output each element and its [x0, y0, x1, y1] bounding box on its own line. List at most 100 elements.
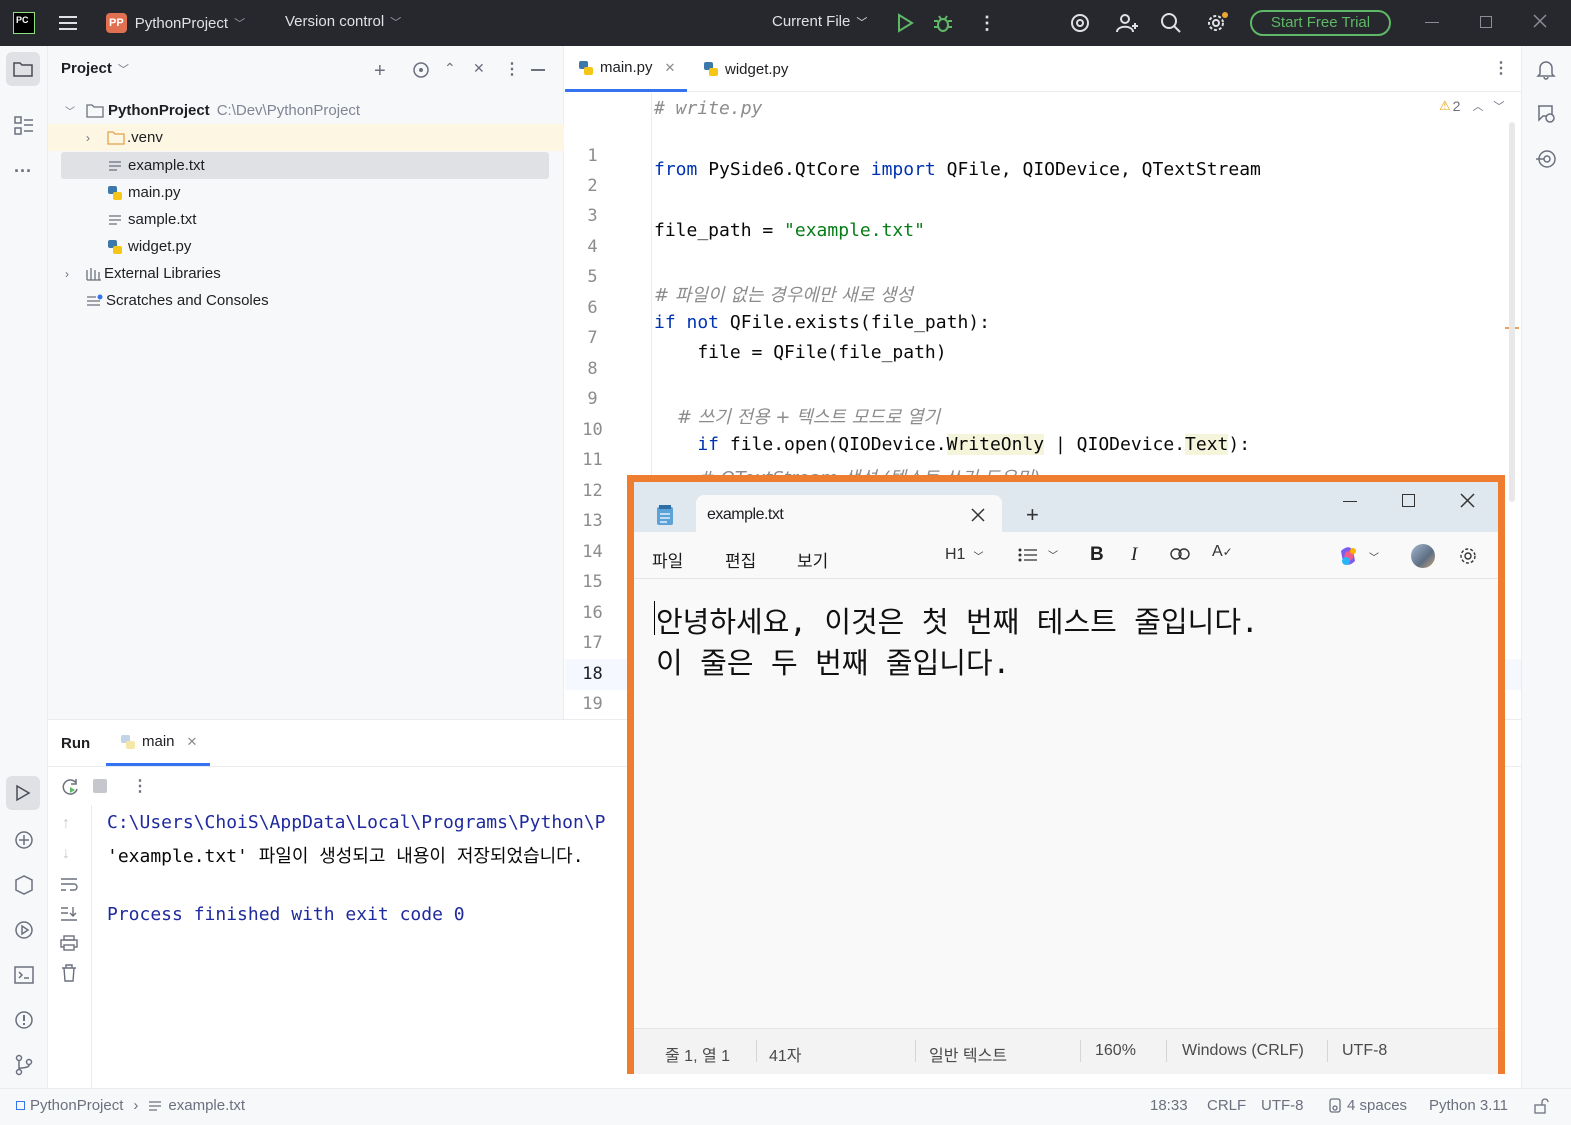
scroll-down-icon[interactable]: ↓ — [62, 845, 70, 863]
bold-icon[interactable]: B — [1090, 544, 1104, 566]
close-tab-icon[interactable]: ✕ — [187, 734, 198, 750]
inspections-widget[interactable]: ⚠ 2 ︿ ﹀ — [1439, 98, 1504, 114]
menu-view[interactable]: 보기 — [797, 547, 828, 572]
ai-assistant-icon[interactable] — [1069, 12, 1091, 34]
minimize-icon[interactable] — [1425, 22, 1439, 23]
run-tab-main[interactable]: main ✕ — [106, 720, 210, 766]
heading-dropdown[interactable]: H1 ﹀ — [945, 546, 983, 564]
maximize-icon[interactable] — [1402, 494, 1415, 507]
menu-edit[interactable]: 편집 — [725, 547, 756, 572]
pycharm-logo[interactable]: PC — [13, 12, 35, 34]
chevron-down-icon[interactable]: ﹀ — [1493, 98, 1504, 114]
notifications-icon[interactable] — [1535, 58, 1557, 80]
notepad-tab-example-txt[interactable]: example.txt — [696, 495, 1002, 532]
tab-main-py[interactable]: main.py ✕ — [565, 46, 687, 92]
tree-item-venv[interactable]: › .venv — [48, 124, 564, 151]
code-line-9[interactable]: file = QFile(file_path) — [654, 342, 946, 363]
main-menu-icon[interactable] — [57, 12, 79, 34]
search-icon[interactable] — [1160, 12, 1182, 34]
run-config-selector[interactable]: Current File ﹀ — [772, 13, 867, 30]
python-packages-icon[interactable] — [13, 829, 35, 851]
services-icon[interactable] — [13, 919, 35, 941]
close-icon[interactable] — [1460, 493, 1475, 508]
tree-item-external-libraries[interactable]: › External Libraries — [48, 260, 564, 287]
close-tab-icon[interactable]: ✕ — [665, 60, 676, 76]
copilot-dropdown[interactable]: ﹀ — [1337, 545, 1379, 567]
git-icon[interactable] — [13, 1054, 35, 1076]
add-user-icon[interactable] — [1115, 12, 1139, 34]
settings-icon[interactable] — [1205, 11, 1229, 35]
project-panel-header[interactable]: Project ﹀ — [61, 60, 129, 77]
new-file-icon[interactable]: + — [374, 60, 386, 83]
code-line-3[interactable]: from PySide6.QtCore import QFile, QIODev… — [654, 159, 1261, 180]
minimize-icon[interactable] — [1343, 501, 1357, 502]
code-line-5[interactable]: file_path = "example.txt" — [654, 220, 925, 241]
options-icon[interactable]: ⋮ — [504, 59, 520, 79]
code-line-1[interactable]: # write.py — [654, 98, 762, 119]
python-interpreter[interactable]: Python 3.11 — [1429, 1097, 1508, 1114]
soft-wrap-icon[interactable] — [60, 877, 78, 893]
breadcrumb-project[interactable]: PythonProject — [30, 1097, 123, 1114]
close-tab-icon[interactable] — [971, 508, 985, 522]
scroll-up-icon[interactable]: ↑ — [62, 815, 70, 833]
locate-icon[interactable] — [412, 61, 430, 79]
tree-item-scratches[interactable]: Scratches and Consoles — [48, 287, 564, 314]
encoding[interactable]: UTF-8 — [1342, 1042, 1387, 1060]
line-separator[interactable]: CRLF — [1207, 1097, 1246, 1114]
avatar[interactable] — [1411, 544, 1435, 568]
more-actions-icon[interactable]: ⋮ — [978, 13, 996, 34]
python-console-icon[interactable] — [13, 874, 35, 896]
rerun-icon[interactable] — [61, 777, 81, 797]
breadcrumb-file[interactable]: example.txt — [168, 1097, 245, 1114]
tree-root[interactable]: ﹀ PythonProject C:\Dev\PythonProject — [48, 97, 564, 124]
text-format[interactable]: 일반 텍스트 — [929, 1042, 1007, 1066]
maximize-icon[interactable] — [1480, 16, 1492, 28]
tab-options-icon[interactable]: ⋮ — [1493, 58, 1509, 78]
stop-icon[interactable] — [93, 779, 107, 793]
code-line-11[interactable]: # 쓰기 전용 + 텍스트 모드로 열기 — [654, 403, 940, 429]
zoom-level[interactable]: 160% — [1095, 1042, 1136, 1060]
collapse-all-icon[interactable]: ✕ — [473, 60, 485, 77]
start-free-trial-button[interactable]: Start Free Trial — [1250, 10, 1391, 36]
italic-icon[interactable]: I — [1131, 544, 1137, 566]
scroll-to-end-icon[interactable] — [60, 906, 78, 922]
code-line-12[interactable]: if file.open(QIODevice.WriteOnly | QIODe… — [654, 434, 1250, 455]
caret-position[interactable]: 18:33 — [1150, 1097, 1188, 1114]
ai-chat-icon[interactable] — [1535, 103, 1557, 125]
line-ending[interactable]: Windows (CRLF) — [1182, 1042, 1304, 1060]
debug-icon[interactable] — [932, 12, 954, 34]
settings-icon[interactable] — [1457, 545, 1479, 567]
hide-panel-icon[interactable] — [531, 69, 545, 71]
menu-file[interactable]: 파일 — [652, 547, 683, 572]
indent-settings[interactable]: 4 spaces — [1327, 1097, 1407, 1114]
tree-item-sample-txt[interactable]: sample.txt — [48, 206, 564, 233]
print-icon[interactable] — [60, 935, 78, 951]
run-more-icon[interactable]: ⋮ — [132, 776, 148, 796]
link-icon[interactable] — [1170, 548, 1190, 560]
lock-icon[interactable] — [1533, 1098, 1549, 1114]
project-tool-button[interactable] — [6, 52, 40, 86]
expand-all-icon[interactable]: ⌃ — [444, 60, 456, 77]
structure-icon[interactable] — [14, 116, 34, 136]
editor-scrollbar[interactable] — [1509, 122, 1515, 502]
file-encoding[interactable]: UTF-8 — [1261, 1097, 1304, 1114]
terminal-icon[interactable] — [13, 964, 35, 986]
version-control-menu[interactable]: Version control ﹀ — [285, 13, 401, 30]
list-dropdown[interactable]: ﹀ — [1018, 547, 1058, 562]
run-icon[interactable] — [896, 13, 914, 33]
code-line-8[interactable]: if not QFile.exists(file_path): — [654, 312, 990, 333]
new-tab-icon[interactable]: + — [1026, 502, 1039, 528]
project-selector[interactable]: PP PythonProject ﹀ — [106, 11, 245, 35]
tree-item-example-txt[interactable]: example.txt — [61, 152, 549, 179]
more-tools-icon[interactable]: ··· — [14, 161, 32, 182]
problems-icon[interactable] — [13, 1009, 35, 1031]
close-icon[interactable] — [1532, 13, 1548, 29]
run-tool-button[interactable] — [6, 776, 40, 810]
tab-widget-py[interactable]: widget.py — [703, 46, 788, 92]
notepad-text-area[interactable]: 안녕하세요, 이것은 첫 번째 테스트 줄입니다. 이 줄은 두 번째 줄입니다… — [634, 579, 1498, 1028]
tree-item-main-py[interactable]: main.py — [48, 179, 564, 206]
spellcheck-icon[interactable]: A✓ — [1212, 543, 1233, 561]
code-line-7[interactable]: # 파일이 없는 경우에만 새로 생성 — [654, 281, 913, 307]
chevron-up-icon[interactable]: ︿ — [1472, 98, 1483, 114]
trash-icon[interactable] — [61, 964, 77, 982]
